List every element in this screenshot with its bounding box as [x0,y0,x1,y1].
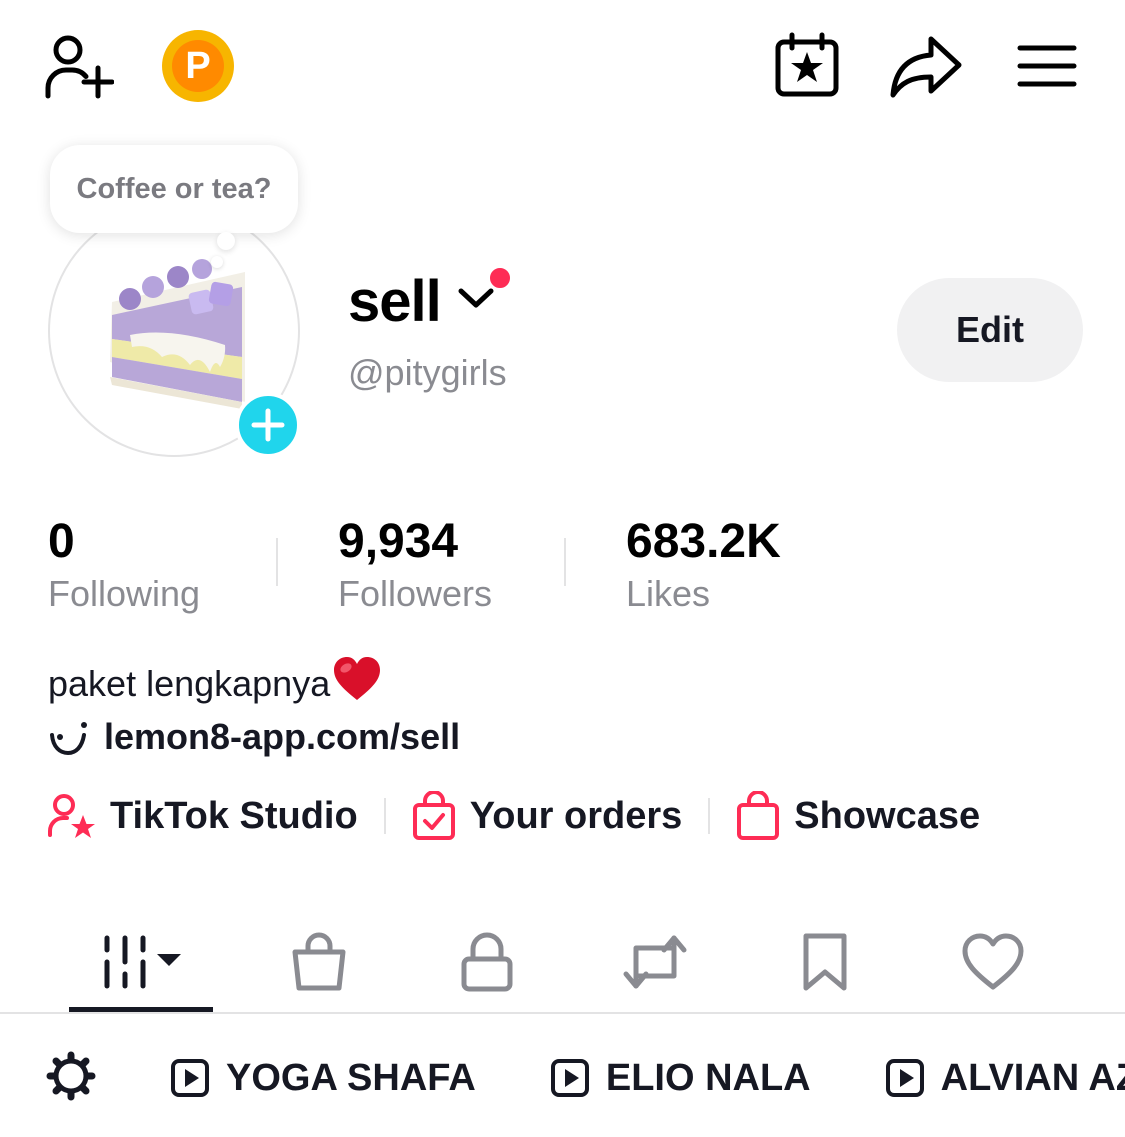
playlist-item[interactable]: YOGA SHAFA [170,1057,476,1100]
active-tab-indicator [69,1007,213,1012]
tab-shop[interactable] [264,910,374,1014]
notification-dot [488,266,512,290]
tool-label: TikTok Studio [110,794,358,837]
bio-text: paket lengkapnya [48,662,331,704]
stat-value: 9,934 [338,515,459,568]
calendar-star-icon[interactable] [772,30,842,100]
playlist-item[interactable]: ALVIAN AZ [885,1057,1125,1100]
lemon8-smile-icon [50,722,87,756]
add-avatar-button[interactable] [235,392,301,458]
bio-link[interactable]: lemon8-app.com/sell [48,716,460,758]
share-icon[interactable] [888,32,964,100]
playlist-item[interactable]: ELIO NALA [550,1057,811,1100]
play-square-icon [171,1059,209,1097]
coins-icon[interactable]: P [162,30,234,102]
link-text: lemon8-app.com/sell [104,716,461,757]
playlist-label: YOGA SHAFA [226,1056,476,1099]
add-friend-icon[interactable] [40,30,116,102]
note-bubble-tail [217,232,235,250]
tool-showcase[interactable]: Showcase [736,791,980,841]
tab-private[interactable] [432,910,542,1014]
edit-profile-button[interactable]: Edit [897,278,1083,382]
stat-label: Followers [338,573,493,614]
coin-letter: P [172,40,224,92]
stat-followers[interactable]: 9,934 Followers [338,512,492,616]
playlist-bar: YOGA SHAFA ELIO NALA ALVIAN AZ [0,1040,1125,1116]
chevron-down-icon[interactable] [456,283,496,318]
tool-tiktok-studio[interactable]: TikTok Studio [48,793,358,839]
repost-icon [623,935,687,989]
stat-label: Following [48,573,201,614]
note-bubble-tail-dot [211,256,223,268]
username: @pitygirls [348,352,507,393]
tab-videos-grid[interactable] [69,910,213,1014]
tool-label: Showcase [794,794,981,837]
content-tabs [0,910,1125,1014]
tool-your-orders[interactable]: Your orders [412,791,683,841]
menu-icon[interactable] [1016,40,1078,92]
shopping-bag-icon [292,932,346,991]
tool-divider [383,798,386,834]
red-heart-emoji [332,656,382,711]
tool-divider [708,798,711,834]
tool-label: Your orders [469,794,683,837]
creator-tools: TikTok Studio Your orders Showcase [48,790,980,842]
play-square-icon [550,1059,589,1097]
heart-icon [962,933,1024,990]
stat-divider [276,538,278,586]
stat-divider [564,538,566,586]
tab-reposts[interactable] [600,910,710,1014]
note-text: Coffee or tea? [76,172,272,205]
play-square-icon [885,1059,924,1097]
bookmark-icon [803,933,847,991]
tab-liked[interactable] [938,910,1048,1014]
stat-likes[interactable]: 683.2K Likes [626,512,781,616]
playlist-settings-button[interactable] [46,1051,96,1106]
lock-icon [461,932,513,992]
bio[interactable]: paket lengkapnya [48,656,382,711]
display-name[interactable]: sell [348,268,442,335]
plus-icon [251,408,285,442]
stat-value: 0 [48,515,75,568]
orders-bag-icon [412,791,455,840]
stat-label: Likes [626,573,711,614]
stat-value: 683.2K [626,515,781,568]
tab-favorites[interactable] [770,910,880,1014]
profile-page: P Coffee or tea? sell @pitygirls Edit 0 … [0,0,1125,1137]
showcase-bag-icon [737,791,780,840]
note-bubble[interactable]: Coffee or tea? [50,145,298,233]
stat-following[interactable]: 0 Following [48,512,200,616]
playlist-label: ELIO NALA [605,1056,811,1099]
creator-star-icon [48,794,95,838]
grid-icon [104,935,181,989]
playlist-label: ALVIAN AZ [940,1056,1125,1099]
gear-icon [46,1051,96,1100]
